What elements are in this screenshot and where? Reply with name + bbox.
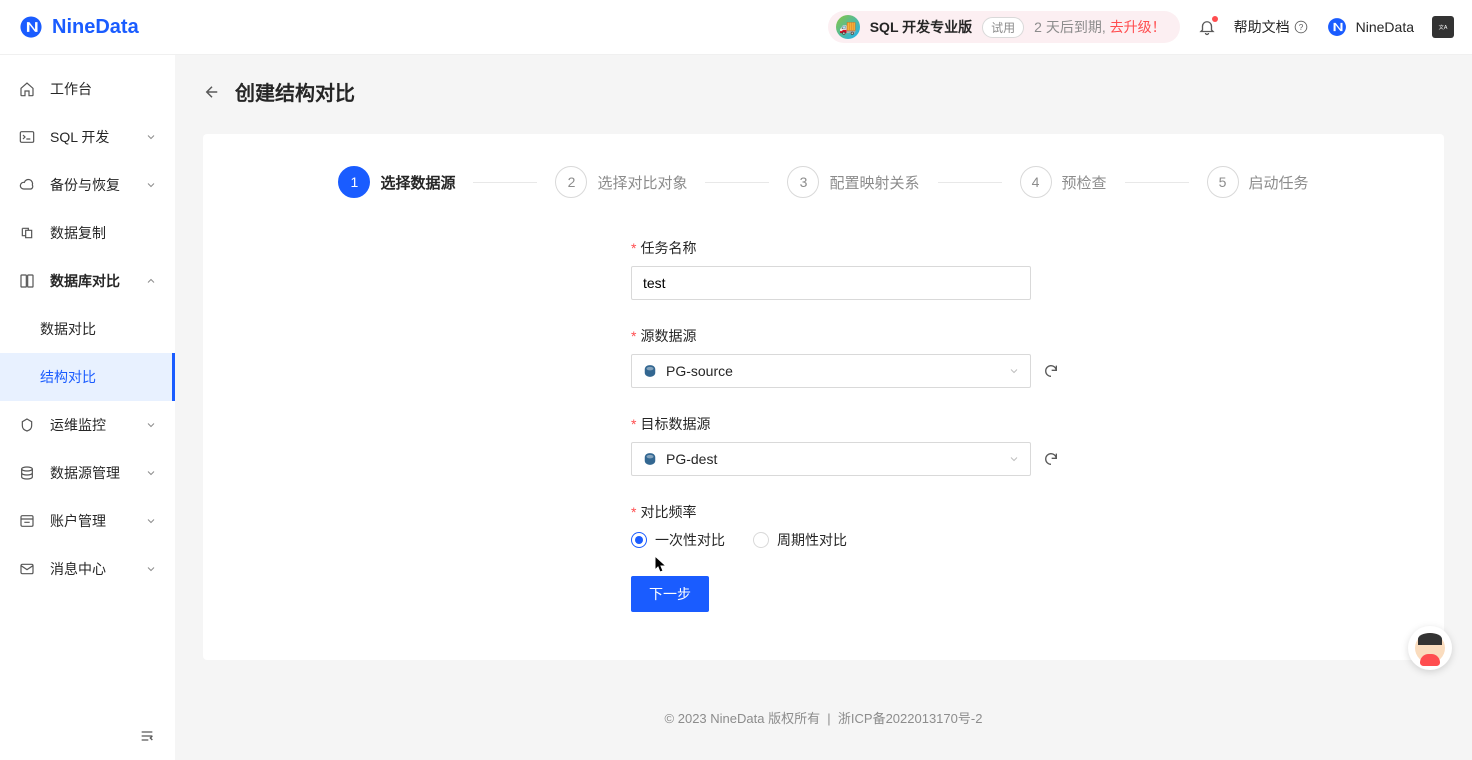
label-frequency: *对比频率	[631, 502, 1231, 522]
collapse-icon	[139, 728, 155, 744]
user-brand-icon	[1326, 16, 1348, 38]
input-task-name[interactable]	[631, 266, 1031, 300]
chevron-down-icon	[145, 131, 157, 143]
step-1: 1 选择数据源	[338, 166, 455, 198]
sidebar-item-workbench[interactable]: 工作台	[0, 65, 175, 113]
back-button[interactable]	[203, 83, 221, 101]
refresh-icon	[1043, 363, 1059, 379]
radio-periodic[interactable]: 周期性对比	[753, 530, 847, 550]
arrow-left-icon	[203, 83, 221, 101]
sidebar-item-backup[interactable]: 备份与恢复	[0, 161, 175, 209]
radio-group-frequency: 一次性对比 周期性对比	[631, 530, 1231, 550]
support-widget[interactable]	[1408, 626, 1452, 670]
sidebar: 工作台 SQL 开发 备份与恢复 数据复制 数据库对比	[0, 55, 175, 760]
upgrade-link[interactable]: 去升级！	[1110, 19, 1166, 35]
chevron-down-icon	[145, 515, 157, 527]
avatar-icon	[1415, 633, 1445, 663]
select-target[interactable]: PG-dest	[631, 442, 1031, 476]
form-card: 1 选择数据源 2 选择对比对象 3 配置映射关系 4 预检查	[203, 134, 1444, 660]
footer: © 2023 NineData 版权所有 | 浙ICP备2022013170号-…	[175, 678, 1472, 747]
banner-title: SQL 开发专业版	[870, 17, 972, 37]
trial-chip: 试用	[982, 17, 1024, 38]
monitor-icon	[18, 417, 36, 433]
icp-link[interactable]: 浙ICP备2022013170号-2	[838, 711, 983, 726]
form: *任务名称 *源数据源 PG-source	[631, 238, 1231, 612]
help-icon: ?	[1294, 20, 1308, 34]
copy-icon	[18, 225, 36, 241]
field-source: *源数据源 PG-source	[631, 326, 1231, 388]
sidebar-item-ops-monitor[interactable]: 运维监控	[0, 401, 175, 449]
sidebar-subitem-struct-compare[interactable]: 结构对比	[0, 353, 175, 401]
step-2: 2 选择对比对象	[555, 166, 687, 198]
label-task-name: *任务名称	[631, 238, 1231, 258]
compare-icon	[18, 273, 36, 289]
refresh-target-button[interactable]	[1043, 451, 1059, 467]
user-menu[interactable]: NineData	[1326, 16, 1414, 38]
field-target: *目标数据源 PG-dest	[631, 414, 1231, 476]
username: NineData	[1356, 19, 1414, 35]
label-target: *目标数据源	[631, 414, 1231, 434]
sidebar-menu: 工作台 SQL 开发 备份与恢复 数据复制 数据库对比	[0, 55, 175, 712]
sidebar-item-sql-dev[interactable]: SQL 开发	[0, 113, 175, 161]
step-3: 3 配置映射关系	[787, 166, 919, 198]
mail-icon	[18, 561, 36, 577]
field-frequency: *对比频率 一次性对比 周期性对比	[631, 502, 1231, 550]
refresh-source-button[interactable]	[1043, 363, 1059, 379]
chevron-down-icon	[1008, 453, 1020, 465]
account-icon	[18, 513, 36, 529]
main-content: 创建结构对比 1 选择数据源 2 选择对比对象 3 配置映射关系	[175, 55, 1472, 760]
sidebar-item-replication[interactable]: 数据复制	[0, 209, 175, 257]
refresh-icon	[1043, 451, 1059, 467]
page-header: 创建结构对比	[175, 55, 1472, 116]
cloud-icon	[18, 177, 36, 193]
edition-banner[interactable]: 🚚 SQL 开发专业版 试用 2 天后到期, 去升级！	[828, 11, 1180, 43]
lang-icon: 文A	[1436, 20, 1450, 34]
svg-text:?: ?	[1298, 23, 1303, 32]
field-task-name: *任务名称	[631, 238, 1231, 300]
chevron-down-icon	[145, 179, 157, 191]
logo-icon	[18, 14, 44, 40]
sidebar-item-db-compare[interactable]: 数据库对比	[0, 257, 175, 305]
chevron-up-icon	[145, 275, 157, 287]
postgres-icon	[642, 364, 658, 378]
notification-dot	[1212, 16, 1218, 22]
step-indicator: 1 选择数据源 2 选择对比对象 3 配置映射关系 4 预检查	[243, 166, 1404, 198]
logo-text: NineData	[52, 16, 139, 39]
sidebar-collapse-toggle[interactable]	[0, 712, 175, 760]
step-5: 5 启动任务	[1207, 166, 1309, 198]
chevron-down-icon	[145, 467, 157, 479]
chevron-down-icon	[145, 563, 157, 575]
terminal-icon	[18, 129, 36, 145]
page-title: 创建结构对比	[235, 77, 355, 106]
home-icon	[18, 81, 36, 97]
top-header: NineData 🚚 SQL 开发专业版 试用 2 天后到期, 去升级！ 帮助文…	[0, 0, 1472, 55]
sidebar-item-datasource[interactable]: 数据源管理	[0, 449, 175, 497]
notification-bell[interactable]	[1198, 18, 1216, 36]
truck-icon: 🚚	[836, 15, 860, 39]
lang-switcher[interactable]: 文A	[1432, 16, 1454, 38]
radio-once[interactable]: 一次性对比	[631, 530, 725, 550]
help-link[interactable]: 帮助文档 ?	[1234, 17, 1308, 37]
sidebar-item-message[interactable]: 消息中心	[0, 545, 175, 593]
datasource-icon	[18, 465, 36, 481]
chevron-down-icon	[1008, 365, 1020, 377]
sidebar-subitem-data-compare[interactable]: 数据对比	[0, 305, 175, 353]
logo[interactable]: NineData	[18, 14, 139, 40]
label-source: *源数据源	[631, 326, 1231, 346]
chevron-down-icon	[145, 419, 157, 431]
postgres-icon	[642, 452, 658, 466]
next-button[interactable]: 下一步	[631, 576, 709, 612]
expire-text: 2 天后到期, 去升级！	[1034, 17, 1165, 37]
step-4: 4 预检查	[1020, 166, 1107, 198]
sidebar-item-account[interactable]: 账户管理	[0, 497, 175, 545]
select-source[interactable]: PG-source	[631, 354, 1031, 388]
